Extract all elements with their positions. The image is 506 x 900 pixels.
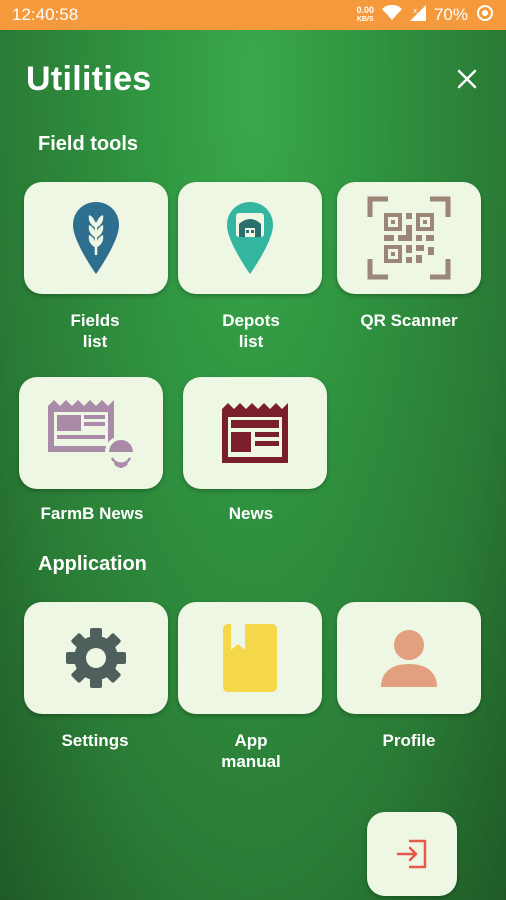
gear-icon bbox=[66, 628, 126, 688]
close-button[interactable] bbox=[452, 64, 482, 94]
depots-list-label: Depots list bbox=[176, 310, 326, 352]
depots-list-label-line1: Depots bbox=[222, 311, 280, 330]
battery-saver-icon bbox=[476, 4, 494, 27]
svg-text:x: x bbox=[413, 7, 417, 15]
status-icons: 0.00 KB/S x 70% bbox=[356, 4, 494, 27]
network-speed-value: 0.00 bbox=[356, 5, 374, 15]
exit-icon bbox=[396, 839, 427, 869]
qr-code-icon bbox=[367, 196, 451, 280]
depot-pin-icon bbox=[227, 202, 273, 274]
book-icon bbox=[223, 624, 277, 692]
logout-button[interactable] bbox=[367, 812, 457, 896]
network-speed-unit: KB/S bbox=[356, 16, 374, 23]
farmb-news-icon bbox=[48, 400, 137, 468]
person-icon bbox=[381, 630, 437, 687]
page-title: Utilities bbox=[26, 60, 152, 98]
qr-scanner-button[interactable] bbox=[337, 182, 481, 294]
app-manual-label-line1: App bbox=[234, 731, 268, 750]
status-bar: 12:40:58 0.00 KB/S x 70% bbox=[0, 0, 506, 30]
farmb-news-button[interactable] bbox=[19, 377, 163, 489]
depots-list-label-line2: list bbox=[238, 332, 264, 351]
profile-label: Profile bbox=[382, 731, 436, 750]
fields-list-button[interactable] bbox=[24, 182, 168, 294]
close-icon bbox=[457, 69, 477, 89]
settings-label: Settings bbox=[61, 731, 129, 750]
farmb-news-label: FarmB News bbox=[40, 504, 144, 523]
section-field-tools: Field tools bbox=[38, 133, 138, 155]
profile-button[interactable] bbox=[337, 602, 481, 714]
fields-list-label-line2: list bbox=[82, 332, 108, 351]
clock: 12:40:58 bbox=[12, 5, 79, 24]
section-application: Application bbox=[38, 553, 147, 575]
signal-icon: x bbox=[409, 4, 426, 26]
news-label: News bbox=[228, 504, 274, 523]
app-manual-label: App manual bbox=[176, 730, 326, 772]
app-manual-label-line2: manual bbox=[221, 752, 281, 771]
wifi-icon bbox=[381, 4, 402, 26]
battery-level: 70% bbox=[433, 5, 468, 24]
qr-scanner-label: QR Scanner bbox=[360, 311, 458, 330]
wheat-pin-icon bbox=[73, 202, 119, 274]
fields-list-label: Fields list bbox=[20, 310, 170, 352]
network-speed: 0.00 KB/S bbox=[356, 6, 374, 24]
fields-list-label-line1: Fields bbox=[70, 311, 120, 330]
newspaper-icon bbox=[222, 403, 288, 463]
app-manual-button[interactable] bbox=[178, 602, 322, 714]
settings-button[interactable] bbox=[24, 602, 168, 714]
news-button[interactable] bbox=[183, 377, 327, 489]
depots-list-button[interactable] bbox=[178, 182, 322, 294]
